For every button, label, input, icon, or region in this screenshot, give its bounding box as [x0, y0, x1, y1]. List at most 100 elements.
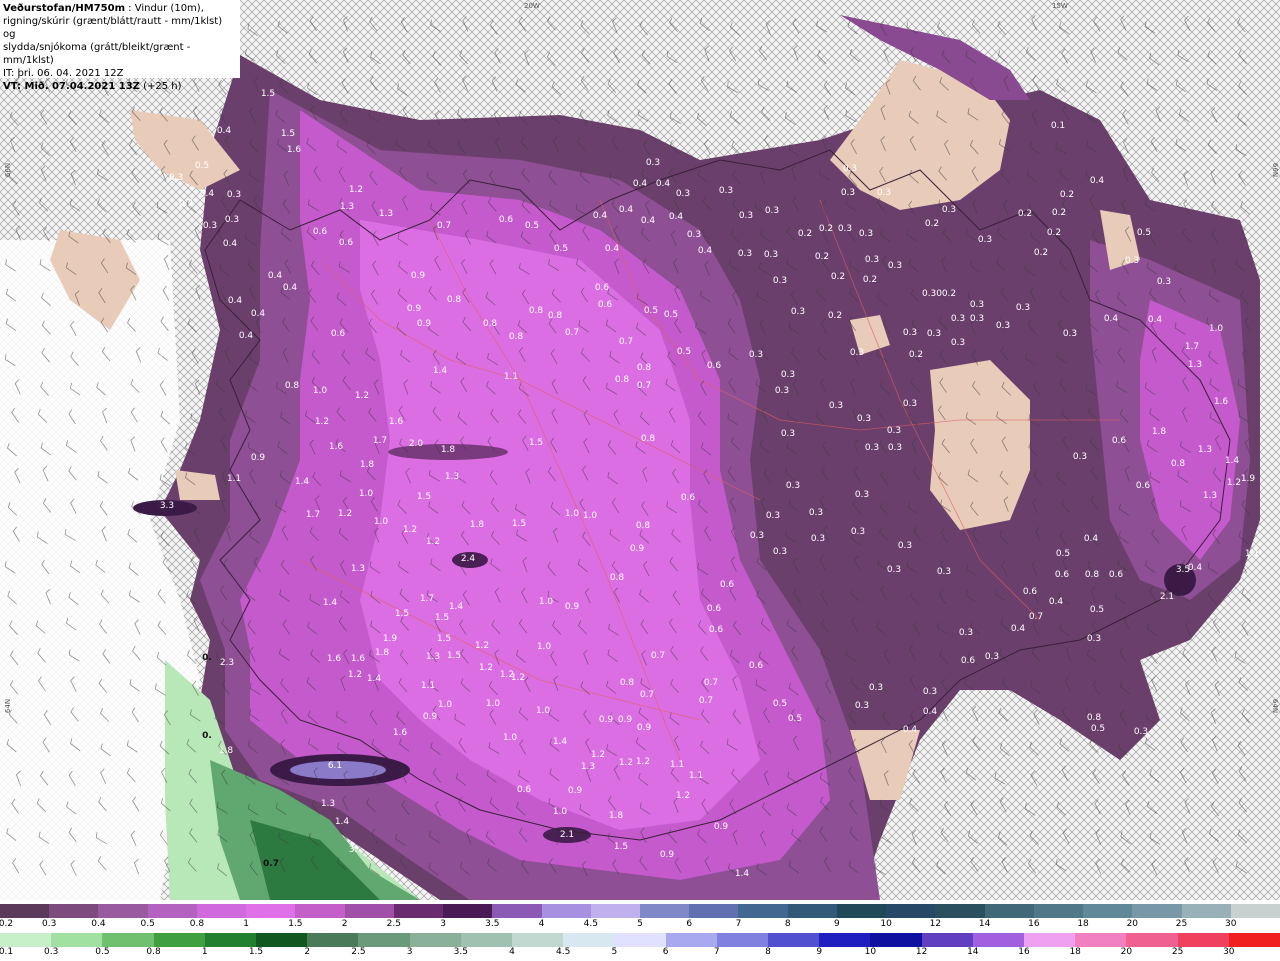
precip-value-label: 0.3 [923, 687, 937, 697]
precip-value-label: 0.3 [809, 508, 823, 518]
precip-value-label: 1.5 [447, 651, 461, 661]
precip-value-label: 0.6 [749, 661, 764, 671]
precip-value-label: 2.4 [461, 554, 476, 564]
precip-value-label: 0.3 [857, 414, 871, 424]
precip-value-label: 1.6 [351, 654, 366, 664]
precip-value-label: 1.2 [1227, 478, 1241, 488]
precip-value-label: 2.1 [560, 830, 574, 840]
legend-swatch [1132, 904, 1183, 918]
precip-value-label: 0.8 [620, 678, 635, 688]
legend-swatch [819, 933, 872, 947]
precip-value-label: 0.8 [447, 295, 462, 305]
precip-value-label: 1.0 [553, 807, 568, 817]
precip-value-label: 0.3 [865, 443, 879, 453]
legend-swatch [307, 933, 360, 947]
legend-swatch [738, 904, 789, 918]
legend-label: 20 [1120, 947, 1133, 957]
legend-label: 5 [611, 947, 618, 957]
precip-value-label: 0.8 [636, 521, 651, 531]
precip-value-label: 0.8 [483, 319, 498, 329]
legend-label: 10 [880, 919, 892, 929]
legend-label: 0.3 [42, 919, 57, 929]
legend-label: 4.5 [583, 919, 598, 929]
precip-value-label: 0.6 [707, 604, 722, 614]
precip-value-label: 0.3 [970, 300, 984, 310]
precip-value-label: 1.3 [340, 202, 354, 212]
legend-swatch [409, 933, 462, 947]
precip-value-label: 0.2 [1060, 190, 1074, 200]
legend-swatch [492, 904, 543, 918]
legend-label: 8 [784, 919, 791, 929]
precip-value-label: 0.2 [798, 229, 812, 239]
precip-value-label: 1.2 [426, 537, 440, 547]
precip-value-label: 0.5 [149, 355, 163, 365]
precip-value-label: 1.3 [379, 209, 393, 219]
precip-value-label: 0.6 [707, 361, 722, 371]
precip-value-label: 0.3 [1157, 277, 1171, 287]
precip-value-label: 0.3 [859, 229, 873, 239]
precip-value-label: 0.3 [850, 348, 864, 358]
legend-swatch [1228, 933, 1280, 947]
legend-label: 5 [637, 919, 643, 929]
legend-label: 18 [1069, 947, 1081, 957]
precip-value-label: 1.8 [1152, 427, 1167, 437]
precip-value-label: 0.4 [1049, 597, 1064, 607]
legend-swatch [640, 904, 691, 918]
legend-swatch [886, 904, 937, 918]
precip-value-label: 1.5 [281, 129, 295, 139]
legend-label: 9 [834, 919, 840, 929]
precip-value-label: 1.4 [1225, 456, 1240, 466]
precip-value-label: 1.2 [355, 391, 369, 401]
precip-value-label: 1.1 [1245, 549, 1259, 559]
legend-swatch [1024, 933, 1077, 947]
forecast-map: 1.5 0.4 1.5 1.6 0.5 0.3 0.4 0.3 0.7 0.3 0.3 0.4 1.2 1… [0, 0, 1280, 900]
precip-value-label: 0.3 [738, 249, 752, 259]
precip-value-label: 0.3 [749, 350, 763, 360]
precip-value-label: 1.3 [321, 799, 335, 809]
legend-swatch [98, 904, 149, 918]
precip-value-label: 0.4 [268, 271, 283, 281]
precip-value-label: 0.6 [961, 656, 976, 666]
precip-value-label: 1.5 [261, 89, 275, 99]
legend-label: 25 [1171, 947, 1184, 957]
precip-value-label: 1.0 [374, 517, 389, 527]
precip-value-label: 1.2 [315, 417, 329, 427]
precip-value-label: 0.3 [959, 628, 973, 638]
precip-value-label: 1.0 [503, 733, 518, 743]
precip-value-label: 0.4 [228, 296, 243, 306]
legend-label: 12 [929, 919, 942, 929]
precip-value-label: 1.1 [421, 681, 435, 691]
precip-value-label: 0.4 [217, 126, 232, 136]
precip-value-label: 1.0 [359, 489, 374, 499]
legend-label: 4 [538, 919, 545, 929]
precip-value-label: 0.4 [669, 212, 684, 222]
lat-label-64n-left: 64N [4, 698, 13, 714]
precip-value-label: 0.2 [1018, 209, 1032, 219]
precip-value-label: 1.2 [348, 670, 362, 680]
legend-swatch [393, 904, 445, 918]
precip-value-label: 0.3 [1063, 329, 1077, 339]
precip-value-label: 0.4 [1148, 315, 1163, 325]
precip-value-label: 3.3 [160, 501, 174, 511]
legend-swatch [51, 933, 104, 947]
legend-label: 1.5 [288, 919, 303, 929]
legend-label: 2.5 [351, 947, 366, 957]
precip-value-label: 0.3 [865, 255, 879, 265]
precip-value-label: 0.3 [750, 531, 764, 541]
precip-value-label: 0.9 [568, 786, 583, 796]
legend-swatch [972, 933, 1025, 947]
rain-value-label: 0. [202, 731, 212, 741]
precip-value-label: 1.7 [306, 510, 320, 520]
precip-value-label: 1.7 [1185, 342, 1199, 352]
legend-label: 14 [978, 919, 991, 929]
precip-value-label: 0.3 [719, 186, 733, 196]
legend-swatch [1230, 904, 1280, 918]
precip-value-label: 1.6 [393, 728, 408, 738]
precip-value-label: 0.8 [610, 573, 625, 583]
precip-value-label: 0.7 [651, 651, 665, 661]
precip-value-label: 0.4 [641, 216, 656, 226]
legend-rain-labels: 0.1 0.3 0.5 0.8 1 1.5 2 2.5 3 3.5 4 4.5 5 6 7 8 9 10 12 14 1… [0, 947, 1280, 961]
legend-label: 3.5 [453, 947, 468, 957]
precip-value-label: 0.9 [407, 304, 422, 314]
lon-label-15w: 15W [1052, 2, 1068, 10]
